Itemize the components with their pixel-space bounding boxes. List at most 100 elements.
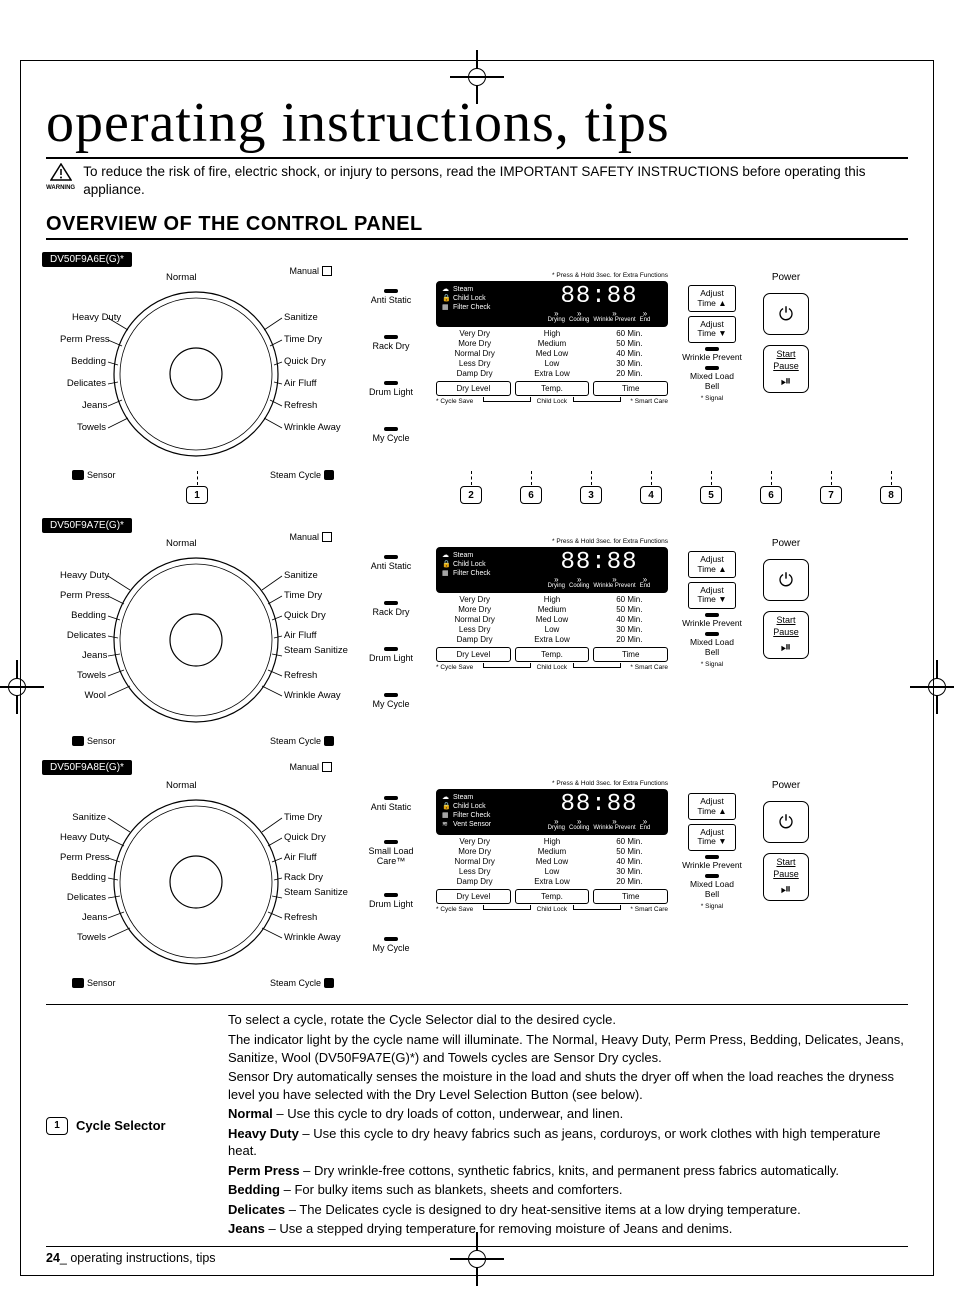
table-para: To select a cycle, rotate the Cycle Sele… [228, 1011, 908, 1029]
adjust-up-button[interactable]: Adjust Time ▲ [688, 285, 736, 312]
table-item: Normal – Use this cycle to dry loads of … [228, 1105, 908, 1123]
warning-label: WARNING [46, 185, 75, 191]
model-tag: DV50F9A8E(G)* [42, 760, 132, 775]
callout-6a: 6 [520, 486, 542, 504]
sensor-tag: Sensor [72, 470, 116, 480]
panel-block-2: DV50F9A7E(G)* [46, 520, 908, 746]
lcd-progress: »Drying »Cooling »Wrinkle Prevent »End [548, 311, 651, 323]
start-pause-button[interactable]: Start Pause ⏯ [763, 345, 809, 393]
dry-level-button[interactable]: Dry Level [436, 889, 511, 904]
callout-2: 2 [460, 486, 482, 504]
cycle-dial: Normal Sanitize Heavy Duty Perm Press Be… [46, 776, 346, 988]
warning-row: WARNING To reduce the risk of fire, elec… [46, 163, 908, 199]
manual-tag: Manual [289, 266, 332, 276]
table-body: To select a cycle, rotate the Cycle Sele… [222, 1005, 908, 1246]
button-row: Dry Level Temp. Time [436, 381, 668, 396]
control-panels: DV50F9A6E(G)* [46, 254, 908, 988]
adjust-up-button[interactable]: Adjust Time ▲ [688, 793, 736, 820]
display-module: * Press & Hold 3sec. for Extra Functions… [436, 780, 668, 913]
footer-text: operating instructions, tips [70, 1251, 215, 1265]
dial-r0: Sanitize [284, 312, 318, 323]
adjust-down-button[interactable]: Adjust Time ▼ [688, 824, 736, 851]
display-module: * Press & Hold 3sec. for Extra Functions… [436, 272, 668, 405]
level-grid: Very DryHigh60 Min. More DryMedium50 Min… [436, 329, 668, 378]
dial-r3: Air Fluff [284, 378, 317, 389]
time-button[interactable]: Time [593, 647, 668, 662]
panel-block-3: DV50F9A8E(G)* [46, 762, 908, 988]
dial-l2: Bedding [68, 356, 106, 367]
adjust-down-button[interactable]: Adjust Time ▼ [688, 316, 736, 343]
dial-l0: Heavy Duty [72, 312, 106, 323]
foot-labels: * Cycle Save Child Lock * Smart Care [436, 398, 668, 405]
table-callout-num: 1 [46, 1117, 68, 1135]
opt-drum-light: Drum Light [369, 387, 413, 397]
dial-l5: Towels [76, 422, 106, 433]
power-button[interactable]: ⏻ [763, 559, 809, 601]
page-number: 24 [46, 1251, 60, 1265]
temp-button[interactable]: Temp. [515, 381, 590, 396]
steam-tag: Steam Cycle [270, 470, 334, 480]
callout-4: 4 [640, 486, 662, 504]
start-pause-button[interactable]: Start Pause ⏯ [763, 611, 809, 659]
adjust-column: Adjust Time ▲ Adjust Time ▼ Wrinkle Prev… [682, 780, 742, 909]
dial-l1: Perm Press [60, 334, 106, 345]
page-title: operating instructions, tips [46, 91, 908, 159]
dial-r4: Refresh [284, 400, 317, 411]
dial-r2: Quick Dry [284, 356, 326, 367]
table-item: Bedding – For bulky items such as blanke… [228, 1181, 908, 1199]
table-item: Heavy Duty – Use this cycle to dry heavy… [228, 1125, 908, 1160]
start-pause-button[interactable]: Start Pause ⏯ [763, 853, 809, 901]
adjust-down-button[interactable]: Adjust Time ▼ [688, 582, 736, 609]
lcd-time: 88:88 [560, 285, 637, 310]
dial-top: Normal [166, 272, 197, 283]
power-label: Power [772, 272, 800, 283]
wrinkle-prevent: Wrinkle Prevent [682, 352, 742, 362]
model-tag: DV50F9A6E(G)* [42, 252, 132, 267]
manual-page: operating instructions, tips WARNING To … [20, 60, 934, 1276]
dry-level-button[interactable]: Dry Level [436, 381, 511, 396]
table-para: Sensor Dry automatically senses the mois… [228, 1068, 908, 1103]
display-module: * Press & Hold 3sec. for Extra Functions… [436, 538, 668, 671]
power-column: Power ⏻ Start Pause ⏯ [756, 538, 816, 659]
power-button[interactable]: ⏻ [763, 801, 809, 843]
cycle-dial: Normal Heavy Duty Perm Press Bedding Del… [46, 268, 346, 480]
dry-level-button[interactable]: Dry Level [436, 647, 511, 662]
opt-rack-dry: Rack Dry [372, 341, 409, 351]
time-button[interactable]: Time [593, 889, 668, 904]
temp-button[interactable]: Temp. [515, 889, 590, 904]
opt-my-cycle: My Cycle [372, 433, 409, 443]
callout-1: 1 [186, 486, 208, 504]
callout-row: 1 2 6 3 4 5 6 7 8 [46, 486, 908, 504]
dial-l3: Delicates [66, 378, 106, 389]
time-button[interactable]: Time [593, 381, 668, 396]
power-button[interactable]: ⏻ [763, 293, 809, 335]
panel-block-1: DV50F9A6E(G)* [46, 254, 908, 504]
press-hold-note: * Press & Hold 3sec. for Extra Functions [436, 272, 668, 279]
temp-button[interactable]: Temp. [515, 647, 590, 662]
options-column: Anti Static Small Load Care™ Drum Light … [360, 776, 422, 966]
adjust-column: Adjust Time ▲ Adjust Time ▼ Wrinkle Prev… [682, 272, 742, 401]
adjust-column: Adjust Time ▲ Adjust Time ▼ Wrinkle Prev… [682, 538, 742, 667]
callout-6b: 6 [760, 486, 782, 504]
opt-anti-static: Anti Static [371, 295, 412, 305]
table-label-cell: 1 Cycle Selector [46, 1005, 222, 1246]
options-column: Anti Static Rack Dry Drum Light My Cycle [360, 534, 422, 724]
warning-icon: WARNING [46, 163, 75, 192]
warning-text: To reduce the risk of fire, electric sho… [83, 163, 908, 199]
callout-5: 5 [700, 486, 722, 504]
table-para: The indicator light by the cycle name wi… [228, 1031, 908, 1066]
description-table: 1 Cycle Selector To select a cycle, rota… [46, 1004, 908, 1247]
page-footer: 24_ operating instructions, tips [46, 1251, 908, 1265]
adjust-up-button[interactable]: Adjust Time ▲ [688, 551, 736, 578]
lcd-screen: ☁Steam 🔒Child Lock ▦Filter Check 88:88 »… [436, 281, 668, 327]
table-label: Cycle Selector [76, 1118, 166, 1133]
callout-3: 3 [580, 486, 602, 504]
section-header: OVERVIEW OF THE CONTROL PANEL [46, 213, 908, 240]
dial-r5: Wrinkle Away [284, 422, 341, 433]
dial-r1: Time Dry [284, 334, 322, 345]
cycle-dial: Normal Heavy Duty Perm Press Bedding Del… [46, 534, 346, 746]
callout-8: 8 [880, 486, 902, 504]
options-column: Anti Static Rack Dry Drum Light My Cycle [360, 268, 422, 458]
table-item: Delicates – The Delicates cycle is desig… [228, 1201, 908, 1219]
callout-7: 7 [820, 486, 842, 504]
